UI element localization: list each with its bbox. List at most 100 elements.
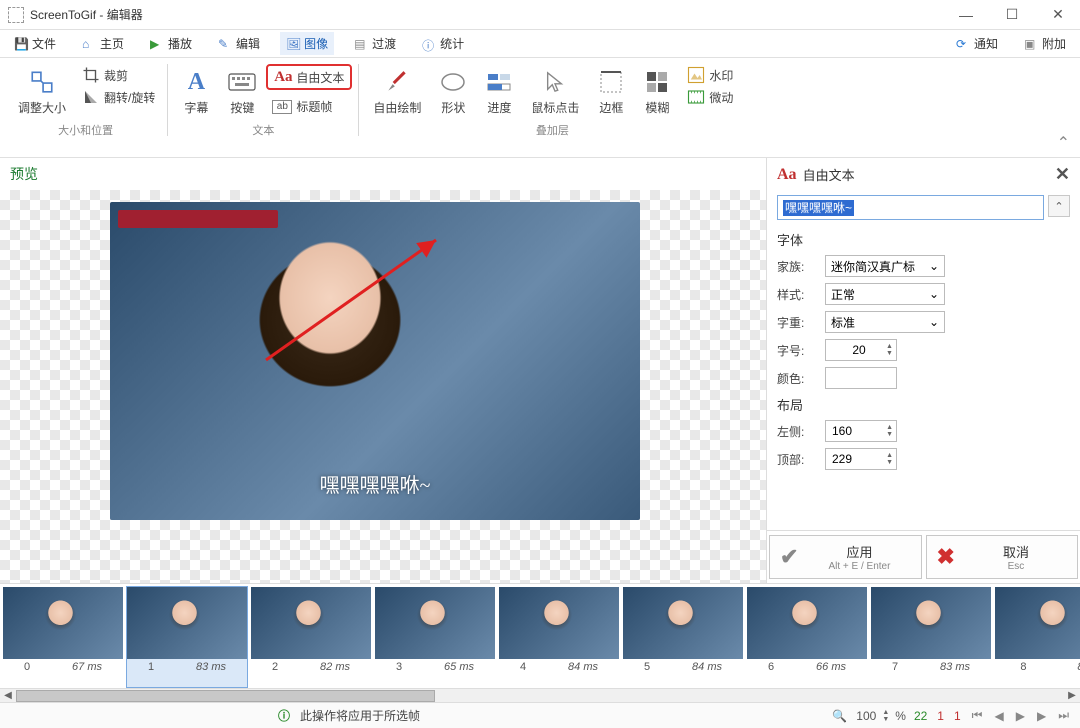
spin-down-icon[interactable]: ▼ — [886, 431, 893, 438]
resize-button[interactable]: 调整大小 — [10, 64, 74, 120]
resize-icon — [28, 68, 56, 96]
crop-button[interactable]: 裁剪 — [76, 64, 161, 86]
panel-header: Aa 自由文本 ✕ — [767, 158, 1080, 191]
frame-item[interactable]: 2 82 ms — [250, 586, 372, 688]
blur-icon — [643, 68, 671, 96]
go-first-button[interactable]: ⏮ — [969, 708, 986, 723]
close-button[interactable]: ✕ — [1044, 5, 1072, 25]
border-icon — [597, 68, 625, 96]
keys-button[interactable]: 按键 — [220, 64, 264, 120]
free-draw-button[interactable]: 自由绘制 — [365, 64, 429, 120]
title-frame-button[interactable]: ab 标题帧 — [266, 96, 352, 117]
frame-index: 8 — [1020, 661, 1026, 673]
watermark-button[interactable]: 水印 — [681, 64, 739, 86]
spin-up-icon[interactable]: ▲ — [886, 343, 893, 350]
statusbar: ⓘ 此操作将应用于所选帧 🔍 100 ▲▼ % 22 1 1 ⏮ ◀ ▶ ▶ ⏭ — [0, 702, 1080, 728]
text-content-input[interactable]: 嘿嘿嘿嘿咻~ — [777, 195, 1044, 220]
menu-stats[interactable]: ⓘ统计 — [416, 32, 470, 55]
menu-notify[interactable]: ⟳通知 — [950, 32, 1004, 55]
frame-caption: 584 ms — [623, 659, 743, 675]
menu-image[interactable]: 🖼图像 — [280, 32, 334, 55]
frame-item[interactable]: 4 84 ms — [498, 586, 620, 688]
border-button[interactable]: 边框 — [589, 64, 633, 120]
titlebar: ScreenToGif - 编辑器 — ☐ ✕ — [0, 0, 1080, 30]
panel-close-button[interactable]: ✕ — [1055, 164, 1070, 185]
menu-play[interactable]: ▶播放 — [144, 32, 198, 55]
frame-item[interactable]: 666 ms — [746, 586, 868, 688]
preview-canvas[interactable]: 嘿嘿嘿嘿咻~ — [0, 190, 766, 583]
scroll-right-button[interactable]: ▶ — [1064, 690, 1080, 702]
frame-index: 2 — [272, 661, 278, 673]
mouse-click-button[interactable]: 鼠标点击 — [523, 64, 587, 120]
spin-up-icon[interactable]: ▲ — [886, 452, 893, 459]
menu-edit-label: 编辑 — [236, 35, 260, 52]
frames-timeline[interactable]: 067 ms183 ms 2 82 ms 365 ms 4 84 ms 584 ms666 … — [0, 583, 1080, 688]
keyboard-icon — [228, 68, 256, 96]
menu-edit[interactable]: ✎编辑 — [212, 32, 266, 55]
step-back-button[interactable]: ◀ — [991, 709, 1006, 723]
frame-delay: 82 ms — [320, 661, 350, 673]
maximize-button[interactable]: ☐ — [998, 5, 1026, 25]
scroll-left-button[interactable]: ◀ — [0, 690, 16, 702]
cinemagraph-icon — [687, 88, 705, 106]
frame-delay: 84 ms — [568, 661, 598, 673]
free-text-button[interactable]: Aa 自由文本 — [266, 64, 352, 90]
status-controls: 🔍 100 ▲▼ % 22 1 1 ⏮ ◀ ▶ ▶ ⏭ — [829, 708, 1072, 723]
chevron-down-icon: ⌄ — [929, 259, 939, 273]
selection-count-1: 1 — [935, 709, 946, 723]
go-last-button[interactable]: ⏭ — [1055, 708, 1072, 723]
frame-thumbnail — [251, 587, 371, 659]
micro-button[interactable]: 微动 — [681, 86, 739, 108]
caption-button[interactable]: A 字幕 — [174, 64, 218, 120]
frame-item[interactable]: 067 ms — [2, 586, 124, 688]
font-size-stepper[interactable]: 20▲▼ — [825, 339, 897, 361]
font-family-dropdown[interactable]: 迷你简汉真广标⌄ — [825, 255, 945, 277]
frame-thumbnail — [871, 587, 991, 659]
top-stepper[interactable]: 229▲▼ — [825, 448, 897, 470]
progress-button[interactable]: 进度 — [477, 64, 521, 120]
frame-item[interactable]: 783 ms — [870, 586, 992, 688]
minimize-button[interactable]: — — [952, 5, 980, 25]
font-style-dropdown[interactable]: 正常⌄ — [825, 283, 945, 305]
spin-down-icon[interactable]: ▼ — [886, 350, 893, 357]
frame-caption: 666 ms — [747, 659, 867, 675]
shape-button[interactable]: 形状 — [431, 64, 475, 120]
menu-attach[interactable]: ▣附加 — [1018, 32, 1072, 55]
frame-item[interactable]: 183 ms — [126, 586, 248, 688]
frame-delay: 83 ms — [940, 661, 970, 673]
menu-notify-label: 通知 — [974, 35, 998, 52]
frame-item[interactable]: 584 ms — [622, 586, 744, 688]
frame-caption: 2 82 ms — [251, 659, 371, 675]
font-size-label: 字号: — [777, 342, 817, 359]
spin-up-icon[interactable]: ▲ — [886, 424, 893, 431]
menu-transition[interactable]: ▤过渡 — [348, 32, 402, 55]
cancel-button[interactable]: ✖ 取消Esc — [926, 535, 1079, 579]
ribbon-collapse-button[interactable]: ⌃ — [1057, 133, 1070, 153]
cursor-icon — [541, 68, 569, 96]
font-weight-dropdown[interactable]: 标准⌄ — [825, 311, 945, 333]
frame-index: 4 — [520, 661, 526, 673]
spin-down-icon[interactable]: ▼ — [886, 459, 893, 466]
window-controls: — ☐ ✕ — [952, 5, 1072, 25]
play-button[interactable]: ▶ — [1013, 709, 1028, 723]
menu-file[interactable]: 💾文件 — [8, 32, 62, 55]
text-expand-button[interactable]: ⌃ — [1048, 195, 1070, 217]
blur-button[interactable]: 模糊 — [635, 64, 679, 120]
ribbon-group-overlay-label: 叠加层 — [536, 122, 569, 138]
frame-item[interactable]: 880 — [994, 586, 1080, 688]
frame-item[interactable]: 365 ms — [374, 586, 496, 688]
rotate-button[interactable]: 翻转/旋转 — [76, 86, 161, 108]
zoom-up-icon[interactable]: ▲ — [882, 709, 889, 716]
scrollbar-thumb[interactable] — [16, 690, 435, 702]
step-forward-button[interactable]: ▶ — [1034, 709, 1049, 723]
font-color-picker[interactable] — [825, 367, 897, 389]
apply-button[interactable]: ✔ 应用Alt + E / Enter — [769, 535, 922, 579]
zoom-down-icon[interactable]: ▼ — [882, 716, 889, 723]
zoom-icon[interactable]: 🔍 — [829, 709, 850, 723]
timeline-scrollbar[interactable]: ◀ ▶ — [0, 688, 1080, 702]
frame-thumbnail — [499, 587, 619, 659]
info-icon: ⓘ — [278, 707, 290, 724]
left-stepper[interactable]: 160▲▼ — [825, 420, 897, 442]
menu-home[interactable]: ⌂主页 — [76, 32, 130, 55]
menubar: 💾文件 ⌂主页 ▶播放 ✎编辑 🖼图像 ▤过渡 ⓘ统计 ⟳通知 ▣附加 — [0, 30, 1080, 58]
